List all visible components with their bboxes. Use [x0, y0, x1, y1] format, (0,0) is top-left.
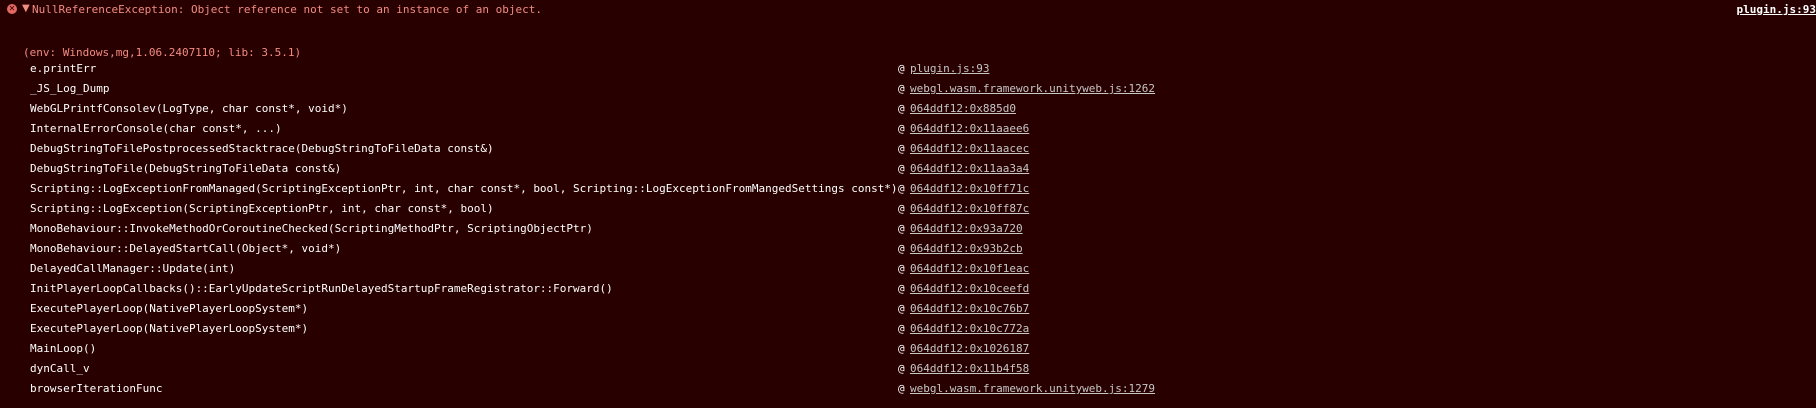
stack-frame-at-symbol: @ [898, 302, 905, 315]
stack-frame-source-link[interactable]: plugin.js:93 [910, 62, 989, 75]
stack-frame-source-link[interactable]: 064ddf12:0x10ff87c [910, 202, 1029, 215]
stack-frame-at-symbol: @ [898, 222, 905, 235]
stack-frame-at-symbol: @ [898, 342, 905, 355]
stack-frame-function: ExecutePlayerLoop(NativePlayerLoopSystem… [30, 322, 309, 335]
stack-frame-source-link[interactable]: 064ddf12:0x11aaee6 [910, 122, 1029, 135]
stack-frame: dynCall_v @064ddf12:0x11b4f58 [0, 362, 1816, 382]
stack-frame-source-link[interactable]: 064ddf12:0x10f1eac [910, 262, 1029, 275]
stack-frame-source-link[interactable]: 064ddf12:0x11b4f58 [910, 362, 1029, 375]
stack-frame-at-symbol: @ [898, 102, 905, 115]
stack-frame-function: InternalErrorConsole(char const*, ...) [30, 122, 282, 135]
stack-frame-at-symbol: @ [898, 322, 905, 335]
stack-frame-source-link[interactable]: 064ddf12:0x11aacec [910, 142, 1029, 155]
stack-frame: WebGLPrintfConsolev(LogType, char const*… [0, 102, 1816, 122]
stack-frame: InitPlayerLoopCallbacks()::EarlyUpdateSc… [0, 282, 1816, 302]
error-source-link[interactable]: plugin.js:93 [1737, 3, 1816, 16]
stack-frame-source-link[interactable]: 064ddf12:0x10ff71c [910, 182, 1029, 195]
stack-frame-function: e.printErr [30, 62, 97, 75]
stack-trace: e.printErr @ plugin.js:93 _JS_Log_Dump @ webg… [0, 62, 1816, 402]
stack-frame: ExecutePlayerLoop(NativePlayerLoopSystem… [0, 302, 1816, 322]
stack-frame: ExecutePlayerLoop(NativePlayerLoopSystem… [0, 322, 1816, 342]
stack-frame-at-symbol: @ [898, 122, 905, 135]
stack-frame-function: DebugStringToFilePostprocessedStacktrace… [30, 142, 494, 155]
stack-frame-source-link[interactable]: 064ddf12:0x93a720 [910, 222, 1023, 235]
stack-frame-at-symbol: @ [898, 262, 905, 275]
stack-frame: Scripting::LogExceptionFromManaged(Scrip… [0, 182, 1816, 202]
stack-frame: e.printErr @ plugin.js:93 [0, 62, 1816, 82]
stack-frame: MonoBehaviour::DelayedStartCall(Object*,… [0, 242, 1816, 262]
stack-frame-function: browserIterationFunc [30, 382, 163, 395]
stack-frame-function: MonoBehaviour::DelayedStartCall(Object*,… [30, 242, 342, 255]
stack-frame-at-symbol: @ [898, 82, 905, 95]
stack-frame-function: _JS_Log_Dump [30, 82, 110, 95]
stack-frame-function: DebugStringToFile(DebugStringToFileData … [30, 162, 342, 175]
stack-frame-at-symbol: @ [898, 362, 905, 375]
stack-frame-source-link[interactable]: 064ddf12:0x1026187 [910, 342, 1029, 355]
stack-frame: browserIterationFunc @ webgl.wasm.framewor… [0, 382, 1816, 402]
stack-frame-function: Scripting::LogExceptionFromManaged(Scrip… [30, 182, 898, 195]
stack-frame: DelayedCallManager::Update(int) @064ddf12… [0, 262, 1816, 282]
stack-frame-function: ExecutePlayerLoop(NativePlayerLoopSystem… [30, 302, 309, 315]
stack-frame-source-link[interactable]: 064ddf12:0x10c76b7 [910, 302, 1029, 315]
stack-frame-at-symbol: @ [898, 142, 905, 155]
stack-frame-source-link[interactable]: webgl.wasm.framework.unityweb.js:1262 [910, 82, 1155, 95]
stack-frame-function: dynCall_v [30, 362, 90, 375]
error-icon: ✕ [7, 4, 17, 14]
stack-frame-at-symbol: @ [898, 62, 905, 75]
stack-frame-at-symbol: @ [898, 242, 905, 255]
stack-frame-function: InitPlayerLoopCallbacks()::EarlyUpdateSc… [30, 282, 613, 295]
expand-triangle-icon[interactable]: ▼ [22, 3, 30, 14]
stack-frame-source-link[interactable]: 064ddf12:0x10ceefd [910, 282, 1029, 295]
stack-frame-source-link[interactable]: webgl.wasm.framework.unityweb.js:1279 [910, 382, 1155, 395]
env-info: (env: Windows,mg,1.06.2407110; lib: 3.5.… [23, 46, 302, 59]
stack-frame: DebugStringToFile(DebugStringToFileData … [0, 162, 1816, 182]
stack-frame-function: MonoBehaviour::InvokeMethodOrCoroutineCh… [30, 222, 593, 235]
stack-frame: DebugStringToFilePostprocessedStacktrace… [0, 142, 1816, 162]
stack-frame: _JS_Log_Dump @ webgl.wasm.framework.unityw… [0, 82, 1816, 102]
stack-frame-function: DelayedCallManager::Update(int) [30, 262, 236, 275]
stack-frame: InternalErrorConsole(char const*, ...) @0… [0, 122, 1816, 142]
stack-frame: MonoBehaviour::InvokeMethodOrCoroutineCh… [0, 222, 1816, 242]
stack-frame-at-symbol: @ [898, 382, 905, 395]
stack-frame-source-link[interactable]: 064ddf12:0x885d0 [910, 102, 1016, 115]
stack-frame-at-symbol: @ [898, 282, 905, 295]
error-message: NullReferenceException: Object reference… [32, 3, 542, 16]
stack-frame-function: WebGLPrintfConsolev(LogType, char const*… [30, 102, 348, 115]
stack-frame-source-link[interactable]: 064ddf12:0x93b2cb [910, 242, 1023, 255]
stack-frame-at-symbol: @ [898, 162, 905, 175]
stack-frame-function: MainLoop() [30, 342, 97, 355]
stack-frame: Scripting::LogException(ScriptingExcepti… [0, 202, 1816, 222]
stack-frame-at-symbol: @ [898, 202, 905, 215]
stack-frame: MainLoop() @064ddf12:0x1026187 [0, 342, 1816, 362]
stack-frame-source-link[interactable]: 064ddf12:0x10c772a [910, 322, 1029, 335]
stack-frame-function: Scripting::LogException(ScriptingExcepti… [30, 202, 494, 215]
error-header: ✕ ▼ NullReferenceException: Object refer… [0, 0, 1816, 20]
stack-frame-source-link[interactable]: 064ddf12:0x11aa3a4 [910, 162, 1029, 175]
stack-frame-at-symbol: @ [898, 182, 905, 195]
